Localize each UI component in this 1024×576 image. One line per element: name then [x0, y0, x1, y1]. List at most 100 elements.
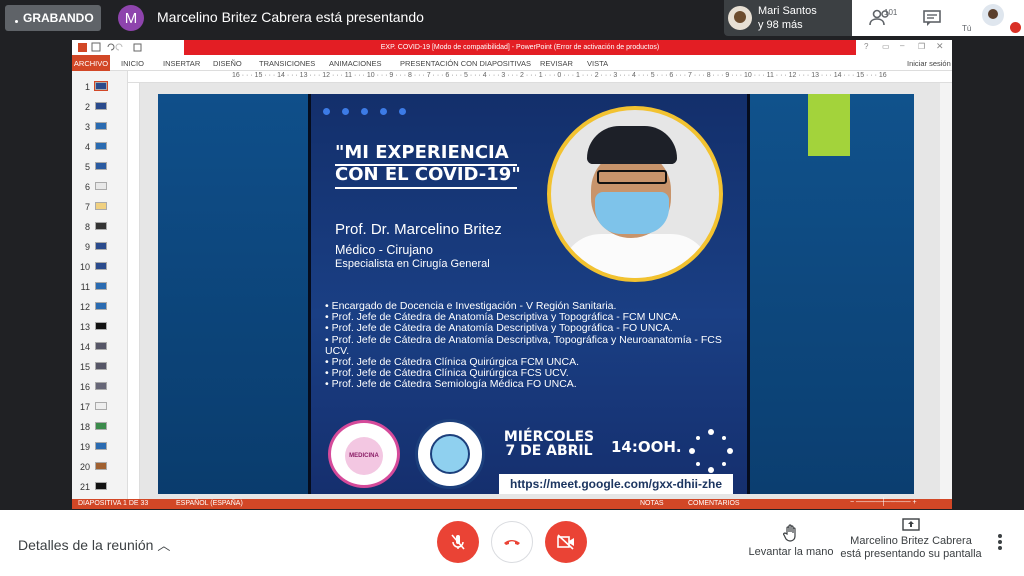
hang-up-icon [504, 540, 520, 545]
status-slide-count: DIAPOSITIVA 1 DE 33 [78, 500, 149, 507]
slide-preview [95, 242, 107, 250]
slide-number: 1 [84, 82, 90, 92]
clock-dots-icon [689, 429, 733, 473]
slide-number: 16 [79, 382, 90, 392]
slide-preview [95, 262, 107, 270]
slide-preview [95, 482, 107, 490]
slide-preview [95, 142, 107, 150]
slide-thumbnail[interactable]: 17 [78, 397, 124, 417]
self-avatar [982, 4, 1004, 26]
tab-animaciones[interactable]: ANIMACIONES [329, 59, 382, 68]
more-options-icon[interactable] [996, 532, 1004, 552]
tab-inicio[interactable]: INICIO [121, 59, 144, 68]
help-icon[interactable]: ? [864, 42, 868, 51]
slide-number: 8 [84, 222, 90, 232]
mic-off-icon [451, 534, 465, 550]
slide-thumbnail[interactable]: 8 [78, 217, 124, 237]
tab-presentacion[interactable]: PRESENTACIÓN CON DIAPOSITIVAS [400, 59, 531, 68]
self-muted-icon [1010, 22, 1021, 33]
comments-button[interactable]: COMENTARIOS [688, 500, 740, 507]
quick-access-toolbar[interactable] [78, 42, 148, 53]
meeting-details-button[interactable]: Detalles de la reunión ︿ [18, 535, 170, 554]
slide-number: 21 [79, 482, 90, 492]
tab-insertar[interactable]: INSERTAR [163, 59, 200, 68]
slide-number: 4 [84, 142, 90, 152]
chat-icon[interactable] [922, 9, 942, 27]
vertical-scrollbar[interactable] [940, 83, 952, 499]
maximize-icon[interactable]: ❐ [918, 42, 925, 51]
slide-thumbnail[interactable]: 5 [78, 157, 124, 177]
slide-preview [94, 81, 108, 91]
tab-transiciones[interactable]: TRANSICIONES [259, 59, 315, 68]
speaker-role: Médico - Cirujano [335, 243, 433, 257]
slide-thumbnail[interactable]: 20 [78, 457, 124, 477]
slide-thumbnail[interactable]: 21 [78, 477, 124, 497]
slide-number: 2 [84, 102, 90, 112]
credential-item: • Prof. Jefe de Cátedra de Anatomía Desc… [325, 333, 722, 357]
slide-preview [95, 102, 107, 110]
participant-chip[interactable]: Mari Santos y 98 más [724, 0, 852, 36]
slide-thumbnail[interactable]: 9 [78, 237, 124, 257]
tab-archivo[interactable]: ARCHIVO [72, 55, 110, 71]
meet-bottom-bar: Detalles de la reunión ︿ Levantar la man… [0, 510, 1024, 576]
slide-number: 18 [79, 422, 90, 432]
slide-preview [95, 162, 107, 170]
slide-preview [95, 202, 107, 210]
vertical-ruler [128, 83, 140, 499]
caduceus-logo [415, 419, 485, 489]
ribbon-options-icon[interactable]: ▭ [882, 42, 890, 51]
slide-thumbnail[interactable]: 14 [78, 337, 124, 357]
notes-button[interactable]: NOTAS [640, 500, 664, 507]
leave-call-button[interactable] [491, 521, 533, 563]
event-date: MIÉRCOLES 7 DE ABRIL [503, 429, 595, 459]
slide-thumbnail[interactable]: 19 [78, 437, 124, 457]
slide-thumbnail[interactable]: 11 [78, 277, 124, 297]
slide-number: 19 [79, 442, 90, 452]
slide-thumbnail[interactable]: 1 [78, 77, 124, 97]
presenting-status-button[interactable]: Marcelino Britez Cabrera está presentand… [838, 518, 984, 561]
zoom-slider[interactable]: − ─────┼───── + [850, 499, 917, 506]
close-icon[interactable]: ✕ [936, 41, 944, 52]
slide-thumbnail[interactable]: 3 [78, 117, 124, 137]
tab-diseno[interactable]: DISEÑO [213, 59, 242, 68]
slide-thumbnail[interactable]: 12 [78, 297, 124, 317]
tab-revisar[interactable]: REVISAR [540, 59, 573, 68]
slide-preview [95, 362, 107, 370]
slide-thumbnail[interactable]: 18 [78, 417, 124, 437]
slide-thumbnail[interactable]: 13 [78, 317, 124, 337]
meet-top-bar: GRABANDO M Marcelino Britez Cabrera está… [0, 0, 1024, 38]
slide-thumbnail[interactable]: 10 [78, 257, 124, 277]
slide-canvas[interactable]: "MI EXPERIENCIA CON EL COVID-19" Prof. D… [158, 94, 914, 494]
slide-preview [95, 402, 107, 410]
slide-number: 17 [79, 402, 90, 412]
slide-thumbnail[interactable]: 4 [78, 137, 124, 157]
recording-label: GRABANDO [23, 11, 94, 25]
participant-more: y 98 más [758, 19, 803, 31]
ppt-window-title: EXP. COVID-19 [Modo de compatibilidad] -… [184, 40, 856, 55]
slide-number: 6 [84, 182, 90, 192]
slide-thumbnail[interactable]: 16 [78, 377, 124, 397]
ribbon-tabs: INICIO INSERTAR DISEÑO TRANSICIONES ANIM… [72, 55, 952, 71]
slide-editor: "MI EXPERIENCIA CON EL COVID-19" Prof. D… [140, 83, 940, 499]
ppt-statusbar: DIAPOSITIVA 1 DE 33 ESPAÑOL (ESPAÑA) NOT… [72, 499, 952, 509]
slide-thumbnail[interactable]: 6 [78, 177, 124, 197]
decorative-dots [323, 102, 418, 120]
slide-preview [95, 462, 107, 470]
raise-hand-button[interactable]: Levantar la mano [748, 524, 834, 558]
participant-avatar [728, 6, 752, 30]
status-language[interactable]: ESPAÑOL (ESPAÑA) [176, 500, 243, 507]
minimize-icon[interactable]: – [900, 41, 904, 50]
green-accent-block [808, 94, 850, 156]
slide-bg-left [158, 94, 308, 494]
credential-item: • Prof. Jefe de Cátedra de Anatomía Desc… [325, 322, 673, 335]
tab-vista[interactable]: VISTA [587, 59, 608, 68]
slide-thumbnail[interactable]: 2 [78, 97, 124, 117]
slide-thumbnail[interactable]: 7 [78, 197, 124, 217]
slide-thumbnail[interactable]: 15 [78, 357, 124, 377]
slide-preview [95, 222, 107, 230]
slide-title: "MI EXPERIENCIA CON EL COVID-19" [335, 142, 521, 189]
presenting-line1: Marcelino Britez Cabrera [850, 535, 972, 547]
camera-off-button[interactable] [545, 521, 587, 563]
sign-in-link[interactable]: Iniciar sesión [907, 59, 951, 68]
mic-off-button[interactable] [437, 521, 479, 563]
